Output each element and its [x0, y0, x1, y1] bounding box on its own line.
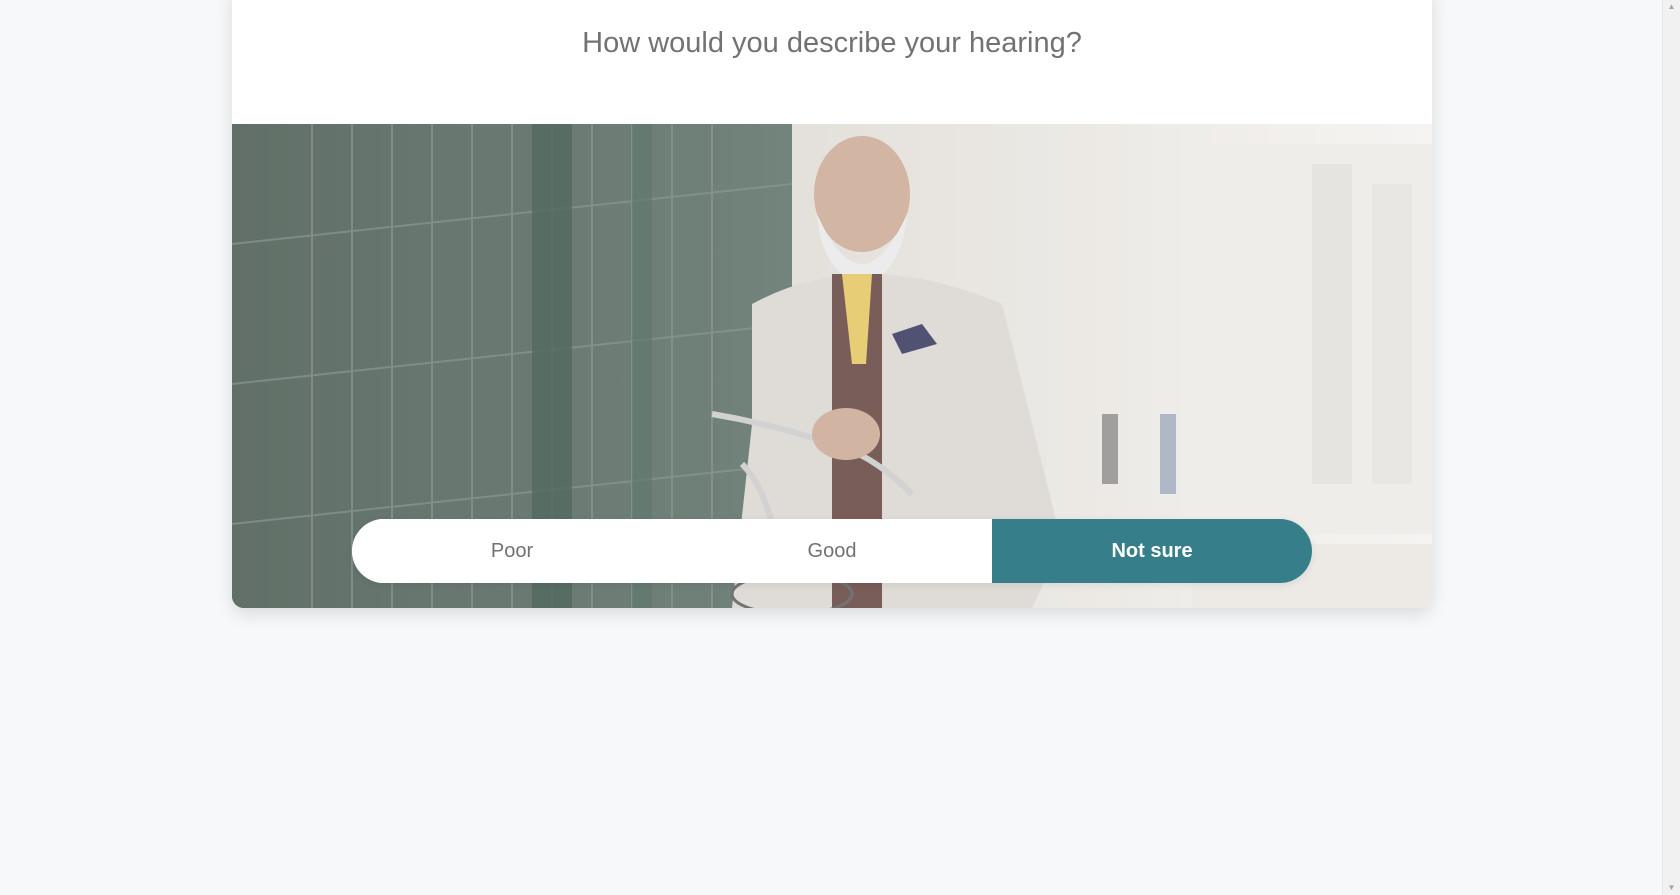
survey-card: How would you describe your hearing? Poo… — [232, 0, 1432, 608]
vertical-scrollbar[interactable]: ▲ ▼ — [1662, 0, 1680, 895]
question-title: How would you describe your hearing? — [582, 27, 1082, 59]
answer-options: Poor Good Not sure — [352, 519, 1312, 583]
hero-image: Poor Good Not sure — [232, 124, 1432, 608]
scroll-up-arrow-icon[interactable]: ▲ — [1663, 0, 1680, 14]
answer-poor-button[interactable]: Poor — [352, 519, 672, 583]
answer-good-button[interactable]: Good — [672, 519, 992, 583]
answer-not-sure-button[interactable]: Not sure — [992, 519, 1312, 583]
scroll-down-arrow-icon[interactable]: ▼ — [1663, 881, 1680, 895]
page-viewport: How would you describe your hearing? Poo… — [0, 0, 1680, 895]
